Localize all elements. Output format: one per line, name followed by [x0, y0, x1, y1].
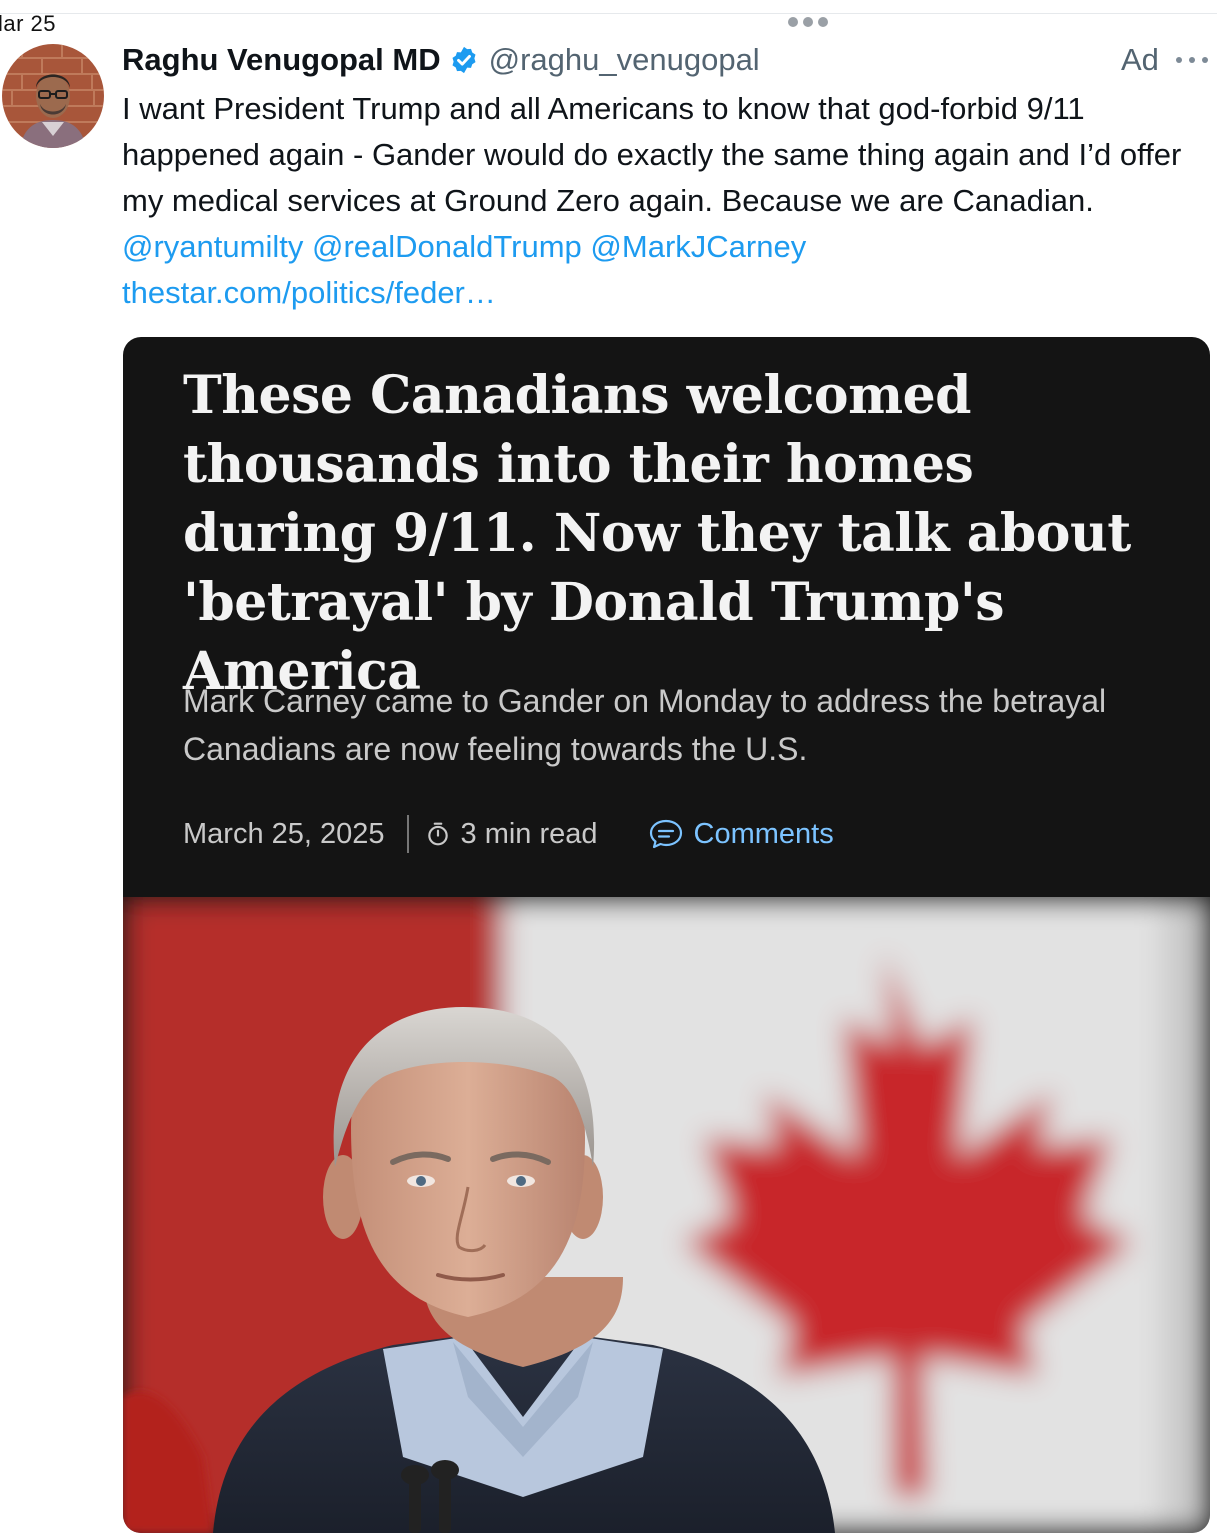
stopwatch-icon [427, 822, 448, 846]
article-date: March 25, 2025 [183, 817, 385, 850]
ad-label: Ad [1121, 42, 1159, 77]
verified-badge-icon [452, 46, 476, 74]
more-dots-icon[interactable] [1176, 50, 1208, 70]
author-display-name[interactable]: Raghu Venugopal MD [122, 42, 441, 78]
article-photo [123, 897, 1210, 1533]
tweet-text: I want President Trump and all Americans… [122, 91, 1182, 218]
article-card[interactable]: These Canadians welcomed thousands into … [123, 337, 1210, 1533]
article-meta: March 25, 2025 3 min read Comments [183, 811, 834, 857]
tweet-header: Raghu Venugopal MD @raghu_venugopal [122, 38, 760, 82]
article-url-link[interactable]: thestar.com/politics/feder… [122, 275, 496, 310]
comments-label: Comments [693, 817, 834, 850]
article-dek: Mark Carney came to Gander on Monday to … [183, 683, 1107, 767]
previous-post-date: lar 25 [0, 11, 57, 36]
drag-handle-icon[interactable] [788, 17, 828, 27]
tweet-body: I want President Trump and all Americans… [122, 86, 1212, 316]
mention-realdonaldtrump[interactable]: @realDonaldTrump [312, 229, 582, 264]
avatar-photo [2, 44, 104, 148]
author-handle[interactable]: @raghu_venugopal [489, 42, 760, 78]
read-time: 3 min read [460, 817, 598, 850]
author-avatar[interactable] [2, 44, 104, 148]
mention-ryantumilty[interactable]: @ryantumilty [122, 229, 303, 264]
mention-markjcarney[interactable]: @MarkJCarney [590, 229, 806, 264]
speech-bubble-icon [649, 819, 682, 849]
article-headline: These Canadians welcomed thousands into … [183, 365, 1131, 702]
comments-link[interactable]: Comments [648, 818, 834, 851]
top-divider [0, 13, 1217, 14]
meta-divider [406, 815, 409, 853]
